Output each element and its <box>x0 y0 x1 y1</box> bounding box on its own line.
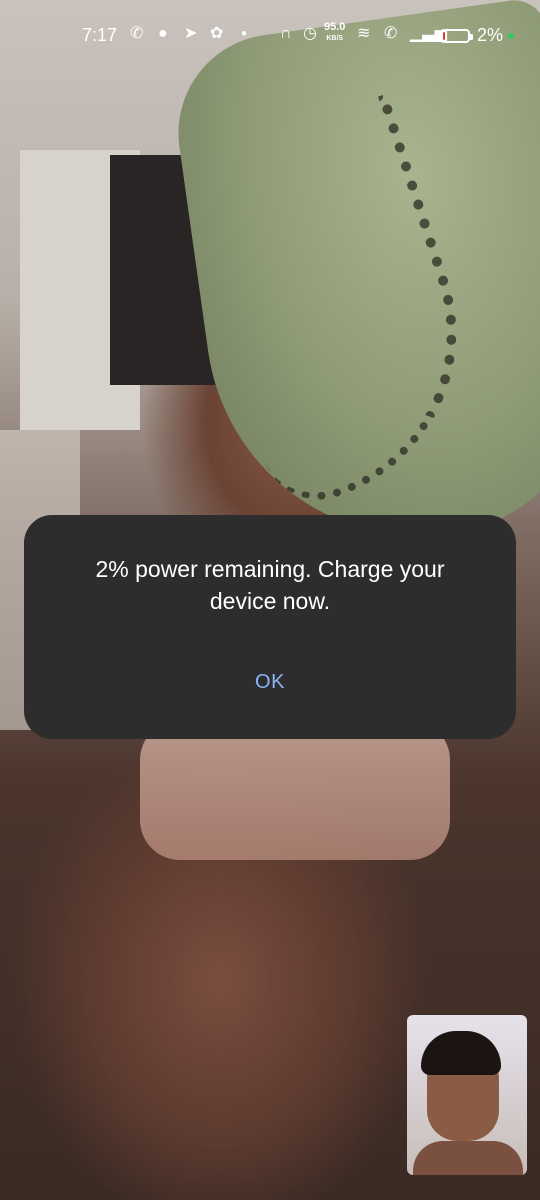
network-speed-value: 95.0 <box>324 21 346 33</box>
low-battery-dialog: 2% power remaining. Charge your device n… <box>24 515 516 739</box>
self-body <box>413 1141 523 1175</box>
dot-icon: ● <box>241 28 248 39</box>
battery-percent: 2% <box>477 25 504 45</box>
ok-button[interactable]: OK <box>230 665 310 699</box>
telegram-icon: ➤ <box>184 25 198 42</box>
whatsapp-icon: ✆ <box>130 25 144 42</box>
network-speed: 95.0 KB/S <box>324 22 345 44</box>
headphones-icon: ∩ <box>280 25 292 42</box>
battery-fill <box>443 32 445 40</box>
clock: 7:17 <box>82 25 118 45</box>
chat-icon: ● <box>158 25 168 42</box>
privacy-indicator-dot <box>508 33 514 39</box>
dialog-message: 2% power remaining. Charge your device n… <box>95 556 445 614</box>
wifi-call-icon: ✆ <box>384 25 398 42</box>
self-hair <box>421 1031 501 1075</box>
alarm-icon: ◷ <box>303 25 317 42</box>
neck-area <box>140 720 450 860</box>
battery-tip <box>470 34 473 40</box>
app-icon: ✿ <box>210 25 224 42</box>
self-video-preview[interactable] <box>407 1015 527 1175</box>
status-bar: 7:17 ✆ ● ➤ ✿ ● ∩ ◷ 95.0 KB/S ≋ ✆ ▁▃▅ 2% <box>0 0 540 70</box>
battery-icon <box>440 29 473 43</box>
wifi-icon: ≋ <box>357 25 371 42</box>
network-speed-unit: KB/S <box>326 35 344 42</box>
